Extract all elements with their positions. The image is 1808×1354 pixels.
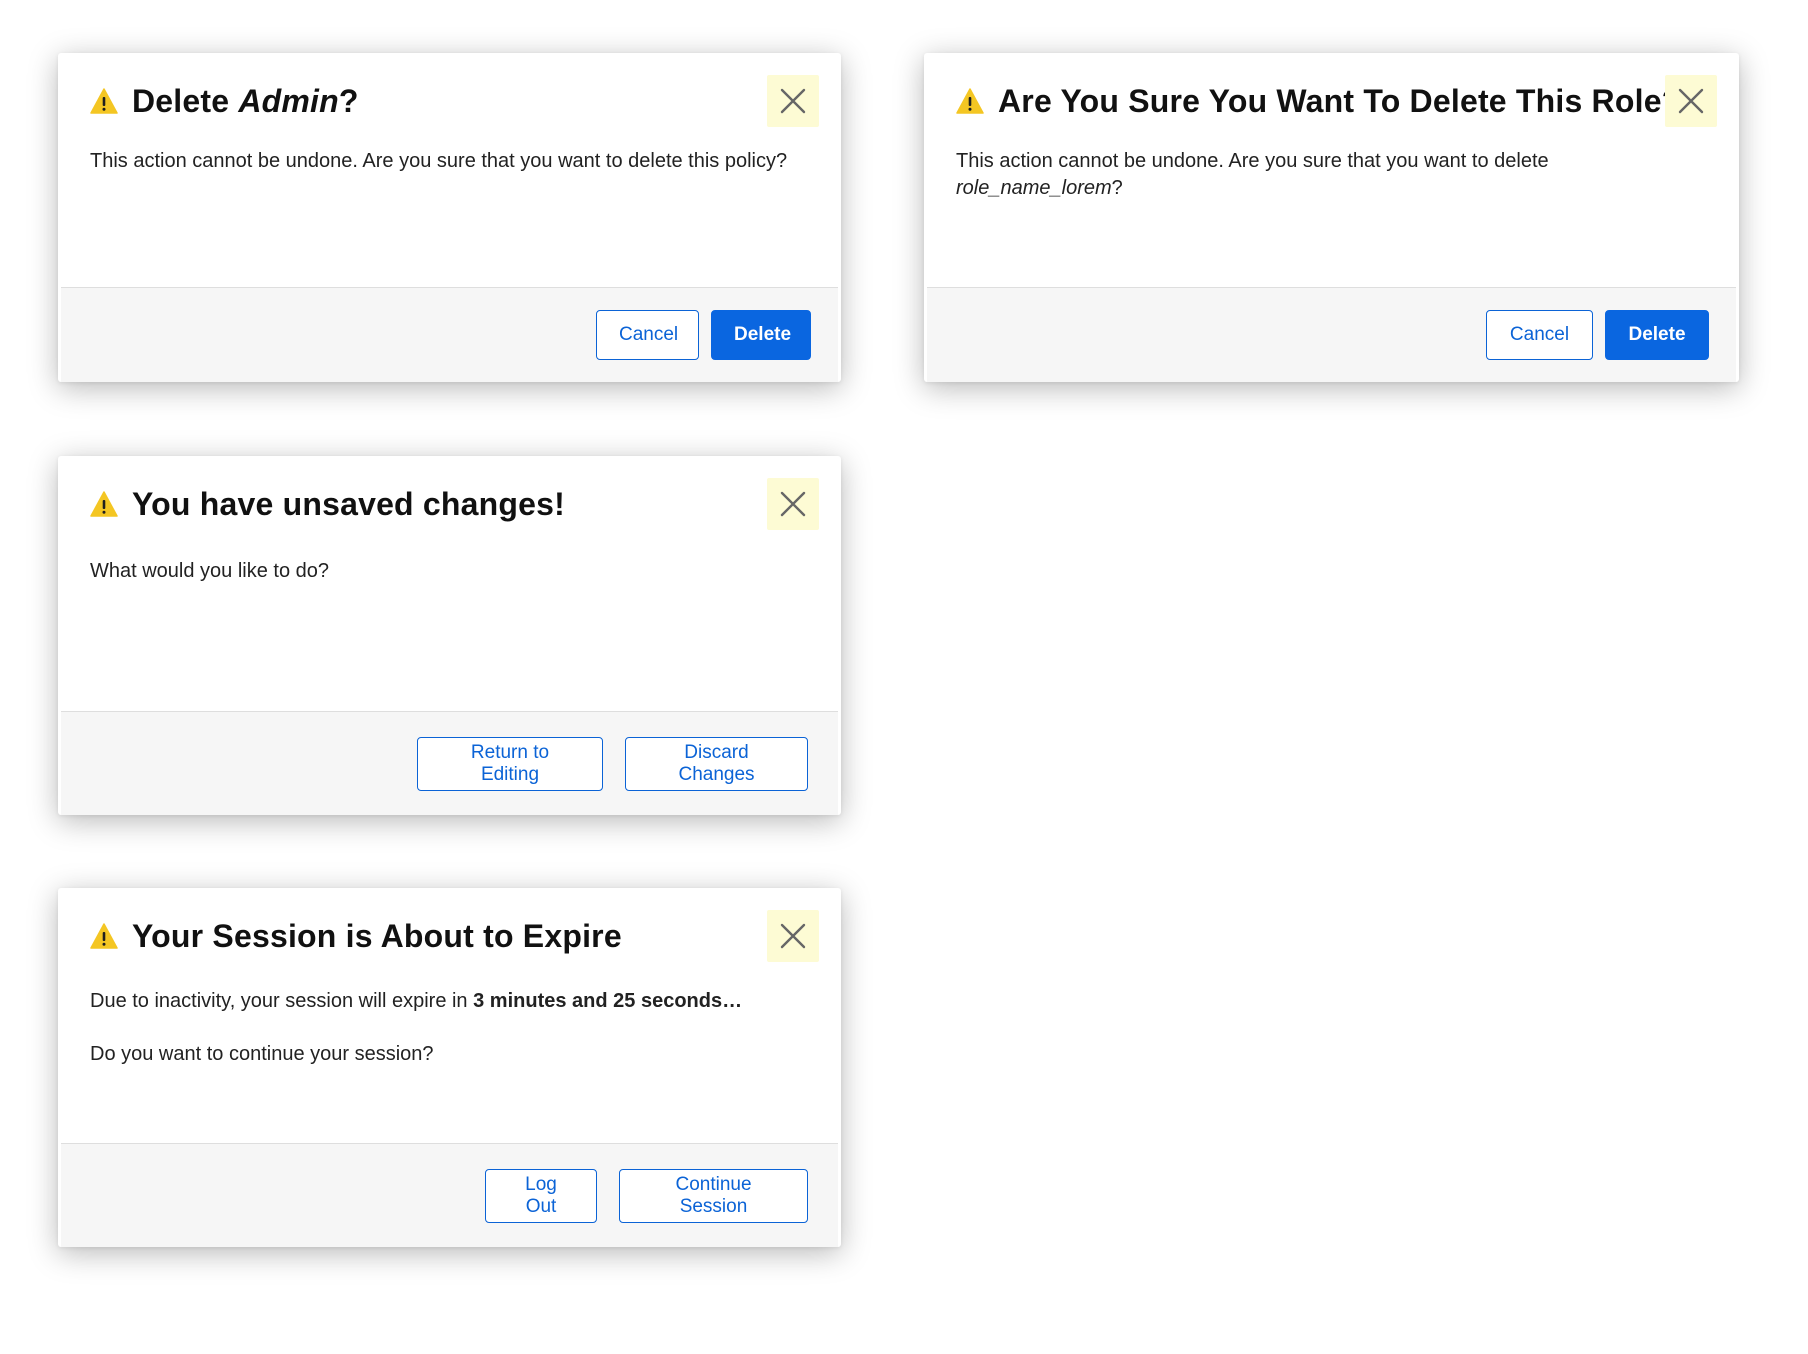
dialog-footer: Log Out Continue Session (61, 1143, 838, 1247)
delete-button[interactable]: Delete (1605, 310, 1709, 360)
countdown-text: 3 minutes and 25 seconds… (473, 990, 743, 1012)
unsaved-changes-dialog: You have unsaved changes! What would you… (58, 456, 841, 815)
close-x-icon (780, 923, 806, 949)
delete-role-dialog: Are You Sure You Want To Delete This Rol… (924, 53, 1739, 382)
dialog-message: What would you like to do? (90, 560, 330, 582)
dialog-title: Delete Admin? (132, 82, 359, 119)
dialog-message: This action cannot be undone. Are you su… (956, 150, 1549, 199)
warning-triangle-icon (90, 923, 118, 949)
continue-session-button[interactable]: Continue Session (619, 1168, 808, 1223)
dialog-title-emphasis: Admin (238, 82, 339, 119)
dialog-message: This action cannot be undone. Are you su… (90, 150, 788, 172)
close-button[interactable] (767, 478, 819, 530)
cancel-button[interactable]: Cancel (596, 310, 699, 360)
warning-triangle-icon (90, 88, 118, 114)
delete-button[interactable]: Delete (711, 310, 811, 360)
dialog-title: Are You Sure You Want To Delete This Rol… (998, 82, 1682, 119)
dialog-body: This action cannot be undone. Are you su… (956, 148, 1589, 228)
role-name: role_name_lorem (956, 177, 1112, 199)
discard-changes-button[interactable]: Discard Changes (625, 736, 808, 791)
dialog-footer: Cancel Delete (61, 287, 838, 382)
log-out-button[interactable]: Log Out (485, 1168, 597, 1223)
close-x-icon (1678, 88, 1704, 114)
warning-triangle-icon (90, 491, 118, 517)
dialog-body: Due to inactivity, your session will exp… (90, 988, 801, 1094)
dialog-title: You have unsaved changes! (132, 485, 565, 522)
warning-triangle-icon (956, 88, 984, 114)
dialog-message: Due to inactivity, your session will exp… (90, 990, 743, 1012)
close-button[interactable] (1665, 75, 1717, 127)
session-expire-dialog: Your Session is About to Expire Due to i… (58, 888, 841, 1247)
close-x-icon (780, 491, 806, 517)
close-x-icon (780, 88, 806, 114)
dialog-footer: Return to Editing Discard Changes (61, 711, 838, 815)
return-to-editing-button[interactable]: Return to Editing (417, 736, 603, 791)
cancel-button[interactable]: Cancel (1486, 310, 1593, 360)
dialog-header: You have unsaved changes! (90, 478, 819, 530)
delete-policy-dialog: Delete Admin? This action cannot be undo… (58, 53, 841, 382)
dialog-footer: Cancel Delete (927, 287, 1736, 382)
dialog-header: Your Session is About to Expire (90, 910, 819, 962)
dialog-title: Your Session is About to Expire (132, 917, 622, 954)
dialog-body: This action cannot be undone. Are you su… (90, 148, 801, 201)
dialog-question: Do you want to continue your session? (90, 1043, 434, 1065)
close-button[interactable] (767, 75, 819, 127)
close-button[interactable] (767, 910, 819, 962)
dialog-header: Delete Admin? (90, 75, 819, 127)
dialog-body: What would you like to do? (90, 558, 801, 611)
dialog-header: Are You Sure You Want To Delete This Rol… (956, 75, 1717, 127)
